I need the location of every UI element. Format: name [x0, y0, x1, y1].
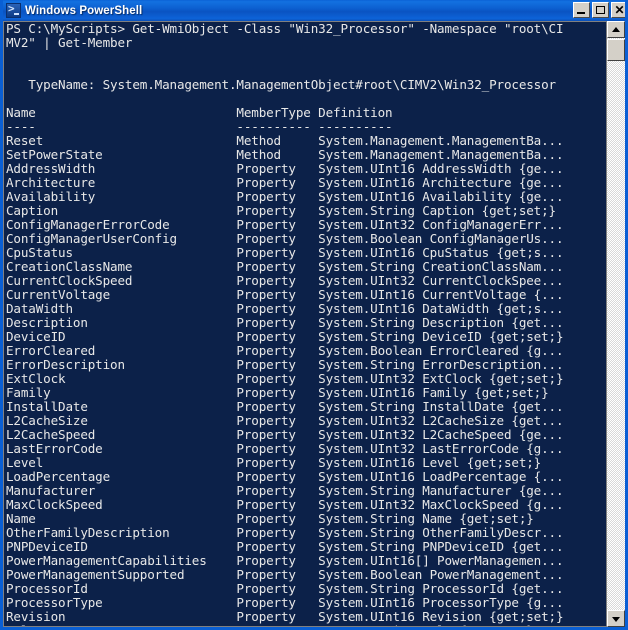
table-row: CurrentClockSpeed Property System.UInt32… — [6, 273, 564, 288]
table-row: Reset Method System.Management.Managemen… — [6, 133, 564, 148]
table-row: DeviceID Property System.String DeviceID… — [6, 329, 564, 344]
command-line-wrap: MV2" | Get-Member — [6, 35, 133, 50]
table-row: ConfigManagerUserConfig Property System.… — [6, 231, 564, 246]
table-row: ExtClock Property System.UInt32 ExtClock… — [6, 371, 564, 386]
command-line: PS C:\MyScripts> Get-WmiObject -Class "W… — [6, 22, 564, 36]
console-output[interactable]: PS C:\MyScripts> Get-WmiObject -Class "W… — [6, 22, 606, 626]
table-row: Family Property System.UInt16 Family {ge… — [6, 385, 549, 400]
table-row: L2CacheSpeed Property System.UInt32 L2Ca… — [6, 427, 564, 442]
table-row: Architecture Property System.UInt16 Arch… — [6, 175, 564, 190]
table-header-underline: ---- ---------- ---------- — [6, 119, 393, 134]
table-row: Level Property System.UInt16 Level {get;… — [6, 455, 542, 470]
table-row: ProcessorId Property System.String Proce… — [6, 581, 564, 596]
scroll-down-button[interactable] — [607, 610, 625, 627]
table-row: PowerManagementSupported Property System… — [6, 567, 564, 582]
minimize-button[interactable] — [573, 2, 590, 18]
console-client-area[interactable]: PS C:\MyScripts> Get-WmiObject -Class "W… — [3, 21, 625, 627]
table-row: ErrorDescription Property System.String … — [6, 357, 564, 372]
table-row: ProcessorType Property System.UInt16 Pro… — [6, 595, 564, 610]
scroll-thumb[interactable] — [607, 39, 625, 61]
table-row: CurrentVoltage Property System.UInt16 Cu… — [6, 287, 564, 302]
table-row: CreationClassName Property System.String… — [6, 259, 564, 274]
table-row: MaxClockSpeed Property System.UInt32 Max… — [6, 497, 564, 512]
table-row: CpuStatus Property System.UInt16 CpuStat… — [6, 245, 564, 260]
window-title: Windows PowerShell — [25, 4, 143, 17]
table-row: Description Property System.String Descr… — [6, 315, 564, 330]
scroll-up-arrow-icon — [612, 26, 620, 32]
title-bar[interactable]: Windows PowerShell ✕ — [3, 0, 625, 21]
scroll-down-arrow-icon — [612, 616, 620, 622]
table-row: ErrorCleared Property System.Boolean Err… — [6, 343, 564, 358]
table-row: Availability Property System.UInt16 Avai… — [6, 189, 564, 204]
scroll-up-button[interactable] — [607, 21, 625, 38]
powershell-window: Windows PowerShell ✕ PS C:\MyScripts> Ge… — [0, 0, 628, 630]
table-row: LoadPercentage Property System.UInt16 Lo… — [6, 469, 564, 484]
table-row: InstallDate Property System.String Insta… — [6, 399, 564, 414]
close-icon: ✕ — [614, 3, 625, 17]
maximize-button[interactable] — [592, 2, 609, 18]
table-row: DataWidth Property System.UInt16 DataWid… — [6, 301, 564, 316]
typename-line: TypeName: System.Management.ManagementOb… — [6, 77, 556, 92]
table-row: SetPowerState Method System.Management.M… — [6, 147, 564, 162]
table-row: Revision Property System.UInt16 Revision… — [6, 609, 564, 624]
table-row: Caption Property System.String Caption {… — [6, 203, 556, 218]
table-row: OtherFamilyDescription Property System.S… — [6, 525, 564, 540]
window-controls: ✕ — [573, 2, 625, 18]
vertical-scrollbar[interactable] — [606, 21, 625, 627]
table-row: L2CacheSize Property System.UInt32 L2Cac… — [6, 413, 564, 428]
close-button[interactable]: ✕ — [611, 2, 625, 18]
table-row: Manufacturer Property System.String Manu… — [6, 483, 564, 498]
powershell-icon — [6, 2, 21, 18]
table-header: Name MemberType Definition — [6, 105, 393, 120]
table-row: ConfigManagerErrorCode Property System.U… — [6, 217, 564, 232]
table-row: Role Property System.String Role {get;se… — [6, 624, 606, 627]
table-row: LastErrorCode Property System.UInt32 Las… — [6, 441, 564, 456]
scrollbar-track[interactable] — [607, 38, 625, 610]
table-row: Name Property System.String Name {get;se… — [6, 511, 534, 526]
table-row: PowerManagementCapabilities Property Sys… — [6, 553, 564, 568]
table-row: PNPDeviceID Property System.String PNPDe… — [6, 539, 564, 554]
table-row: AddressWidth Property System.UInt16 Addr… — [6, 161, 564, 176]
